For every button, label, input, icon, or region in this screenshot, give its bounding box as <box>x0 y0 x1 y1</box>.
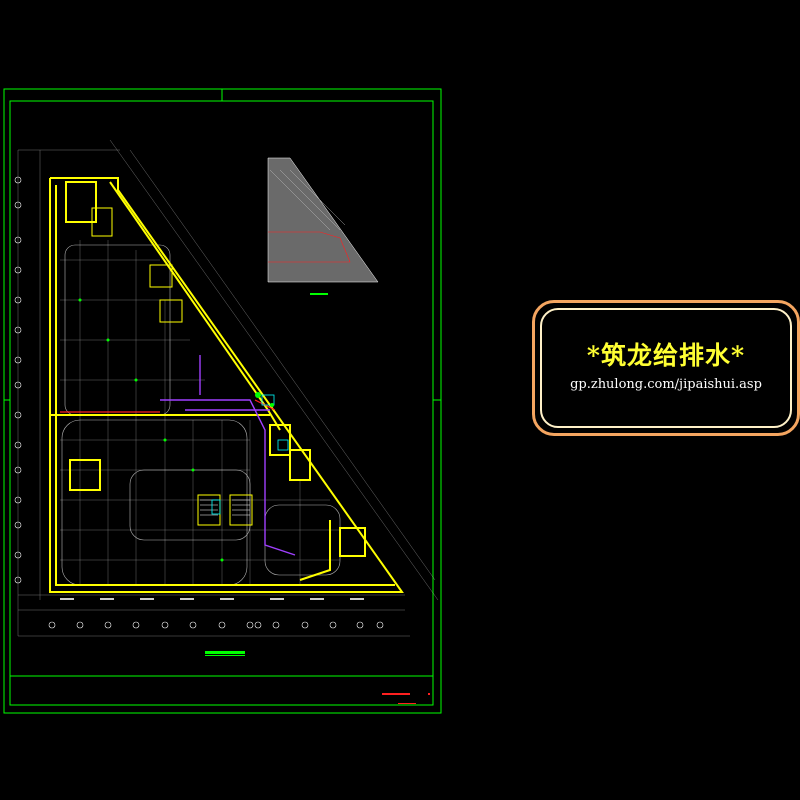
dimension-ticks <box>60 598 364 600</box>
stair-hatch <box>200 499 250 516</box>
plan-caption <box>205 651 245 656</box>
stair-cores <box>91 207 253 526</box>
watermark-title: *筑龙给排水* <box>586 341 746 370</box>
watermark-stamp: *筑龙给排水* gp.zhulong.com/jipaishui.asp <box>532 300 800 436</box>
watermark-url[interactable]: gp.zhulong.com/jipaishui.asp <box>532 377 800 392</box>
title-block <box>382 693 430 704</box>
bottom-axis-labels <box>48 621 384 629</box>
key-plan <box>267 157 379 295</box>
grid-lines <box>17 139 439 637</box>
